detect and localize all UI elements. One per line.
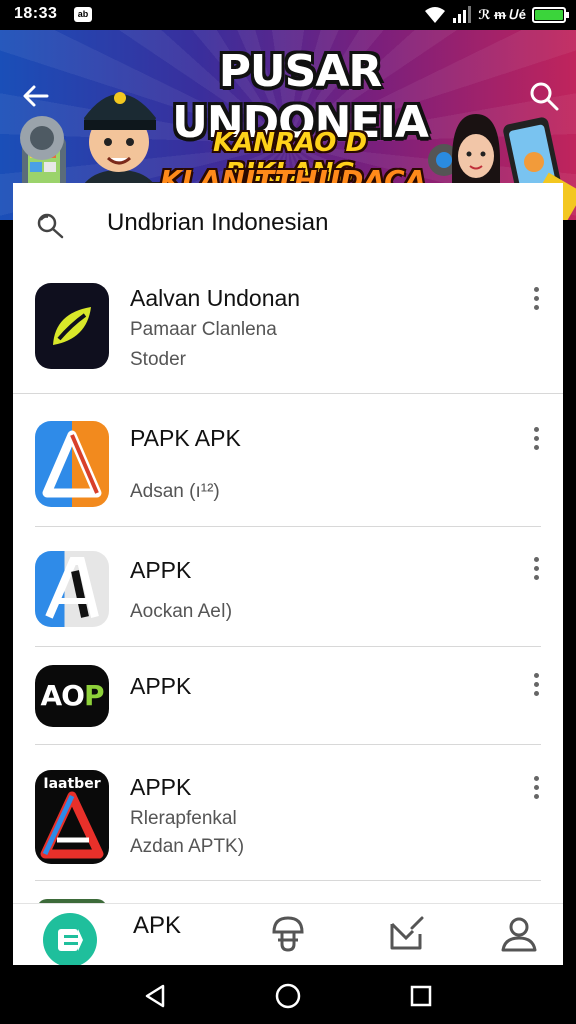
search-query-text[interactable]: Undbrian Indonesian <box>107 209 329 237</box>
home-app-icon[interactable] <box>43 913 97 967</box>
bottom-navigation: APK <box>13 903 563 967</box>
app-developer: Aockan Aeǀ) <box>130 601 233 622</box>
app-name: Aalvan Undonan <box>130 285 301 311</box>
list-item-app-5[interactable]: Iaatber APPK Rlerapfenkal Azdan APTK) <box>13 770 563 866</box>
app-developer: Pamaar Clanlena <box>130 319 277 340</box>
more-options-icon[interactable] <box>531 557 541 583</box>
back-triangle-icon[interactable] <box>141 982 169 1010</box>
status-indicators: ℛ ᵯ 𝑈é <box>424 5 569 25</box>
search-bar[interactable]: Undbrian Indonesian <box>13 183 563 263</box>
nav-apk-label[interactable]: APK <box>133 912 181 940</box>
svg-text:Iaatber: Iaatber <box>43 776 100 792</box>
status-extra-icons: ℛ ᵯ 𝑈é <box>478 7 526 22</box>
red-a-app-icon: Iaatber <box>35 770 109 864</box>
a-letter-app-icon <box>35 551 109 627</box>
search-icon[interactable] <box>528 80 560 112</box>
list-item-app-2[interactable]: PAPK APK Adsan (ı¹²) <box>13 421 563 521</box>
back-arrow-icon[interactable] <box>20 80 52 112</box>
divider <box>35 744 541 745</box>
app-name: APPK <box>130 774 192 800</box>
home-circle-icon[interactable] <box>274 982 302 1010</box>
leaf-app-icon <box>35 283 109 369</box>
app-name: APPK <box>130 673 192 699</box>
app-category: Azdan APTK) <box>130 836 245 857</box>
recents-square-icon[interactable] <box>407 982 435 1010</box>
divider <box>35 880 541 881</box>
divider <box>35 646 541 647</box>
aop-app-icon: AOP <box>35 665 109 727</box>
wifi-icon <box>425 7 446 23</box>
divider <box>13 393 563 394</box>
app-developer: Adsan (ı¹²) <box>130 481 220 502</box>
app-developer: Rlerapfenkal <box>130 808 237 829</box>
envelope-edit-icon[interactable] <box>387 914 427 954</box>
app-name: PAPK APK <box>130 425 241 451</box>
list-item-app-3[interactable]: APPK Aockan Aeǀ) <box>13 551 563 631</box>
more-options-icon[interactable] <box>531 673 541 699</box>
app-name: APPK <box>130 557 192 583</box>
mushroom-icon[interactable] <box>268 914 308 954</box>
status-time: 18:33 <box>14 5 58 22</box>
triangle-a-app-icon <box>35 421 109 507</box>
profile-icon[interactable] <box>499 914 539 954</box>
battery-icon <box>532 7 569 23</box>
list-item-app-1[interactable]: Aalvan Undonan Pamaar Clanlena Stoder <box>13 283 563 393</box>
more-options-icon[interactable] <box>531 776 541 802</box>
divider <box>35 526 541 527</box>
system-navigation-bar <box>0 965 576 1024</box>
app-category: Stoder <box>130 349 186 370</box>
search-icon <box>37 213 64 239</box>
signal-icon <box>453 6 472 23</box>
content-panel: Undbrian Indonesian Aalvan Undonan Pamaa… <box>13 183 563 965</box>
status-bar: 18:33 ab ℛ ᵯ 𝑈é <box>0 0 576 30</box>
more-options-icon[interactable] <box>531 287 541 313</box>
more-options-icon[interactable] <box>531 427 541 453</box>
app-notification-icon: ab <box>74 7 92 22</box>
list-item-app-4[interactable]: AOP APPK <box>13 665 563 729</box>
